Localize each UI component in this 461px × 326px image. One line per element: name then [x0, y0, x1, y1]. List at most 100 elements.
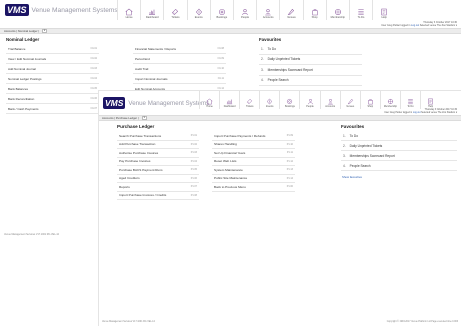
favourite-item[interactable]: 1. To Do — [341, 131, 457, 141]
toolbar-button-tickets[interactable]: Tickets — [239, 91, 259, 109]
menu-item[interactable]: Purchase BACS Payment Runs P1.05 — [117, 166, 199, 175]
favourite-item[interactable]: 3. Memberships Scorecard Report — [341, 151, 457, 161]
toolbar-button-people[interactable]: People — [232, 0, 256, 20]
menu-item[interactable]: Bank / Cash Payments N1.07 — [6, 104, 99, 114]
toolbar-label: Accounts — [325, 104, 336, 108]
favourite-number: 3. — [343, 153, 346, 158]
favourites-title: Favourites — [259, 37, 282, 42]
bookings-icon — [287, 98, 293, 104]
menu-item[interactable]: Import Nominal Journals N1.11 — [133, 74, 226, 84]
toolbar-button-shop[interactable]: Shop — [359, 91, 380, 109]
toolbar-label: Tickets — [245, 104, 254, 108]
menu-item[interactable]: Set Up Financial Years P1.11 — [212, 149, 295, 158]
toolbar-button-to-do[interactable]: To Do — [348, 0, 372, 20]
menu-item[interactable]: System Maintenance P1.13 — [212, 166, 295, 175]
menu-item[interactable]: Import Purchase Payments / Refunds P1.09 — [212, 132, 295, 141]
toolbar-button-home[interactable]: Home — [199, 91, 219, 109]
toolbar-button-shop[interactable]: Shop — [302, 0, 326, 20]
menu-item-label: Financial Statements / Reports — [135, 46, 177, 51]
toolbar-label: Venues — [287, 16, 296, 19]
menu-item[interactable]: Back to Previous Menu P1.00 — [212, 183, 295, 192]
toolbar-label: Dashboard — [223, 104, 236, 108]
favourite-label: To Do — [349, 133, 358, 138]
toolbar-label: Tickets — [171, 16, 180, 19]
menu-item[interactable]: Period End N1.09 — [133, 54, 226, 64]
toolbar-label: Accounts — [262, 16, 274, 19]
breadcrumb-dropdown-button[interactable]: ▾ — [141, 115, 147, 121]
menu-item[interactable]: Aged Creditors P1.06 — [117, 175, 199, 183]
favourite-item[interactable]: 2. Daily Unprinted Tickets — [341, 141, 457, 151]
favourite-number: 2. — [343, 143, 346, 148]
toolbar-button-venues[interactable]: Venues — [339, 91, 360, 109]
toolbar-button-help[interactable]: Help — [420, 91, 440, 109]
menu-item[interactable]: Add Purchase Transaction P1.02 — [117, 141, 199, 149]
toolbar-button-membership[interactable]: Membership — [379, 91, 400, 109]
main-toolbar: Home Dashboard Tickets Events Bookings People… — [199, 91, 440, 109]
favourite-item[interactable]: 4. People Search — [259, 76, 362, 86]
toolbar-button-accounts[interactable]: Accounts — [319, 91, 340, 109]
venues-icon — [347, 98, 353, 104]
toolbar-button-dashboard[interactable]: Dashboard — [219, 91, 239, 109]
toolbar-label: Dashboard — [145, 16, 159, 19]
breadcrumb-dropdown-button[interactable]: ▾ — [42, 28, 48, 34]
toolbar-button-events[interactable]: Events — [186, 0, 210, 20]
menu-item[interactable]: Add Nominal Journal N1.03 — [6, 64, 99, 74]
favourite-item[interactable]: 2. Daily Unprinted Tickets — [259, 55, 362, 65]
todo-icon — [408, 98, 413, 104]
toolbar-button-accounts[interactable]: Accounts — [256, 0, 279, 20]
status-area: Thursday 3 October 2017 10:30 User Greg … — [381, 21, 457, 27]
toolbar-button-tickets[interactable]: Tickets — [163, 0, 186, 20]
favourite-item[interactable]: 4. People Search — [341, 161, 457, 171]
favourite-number: 1. — [343, 133, 346, 138]
toolbar-label: Membership — [330, 16, 345, 19]
menu-item[interactable]: View / Edit Nominal Journals N1.02 — [6, 54, 99, 64]
toolbar-button-membership[interactable]: Membership — [325, 0, 349, 20]
menu-item[interactable]: Bank Reconciliation N1.06 — [6, 94, 99, 104]
favourites-title: Favourites — [341, 124, 365, 129]
toolbar-button-bookings[interactable]: Bookings — [209, 0, 233, 20]
toolbar-button-home[interactable]: Home — [117, 0, 140, 20]
menu-item[interactable]: Bank Balances N1.05 — [6, 84, 99, 94]
show-favourites-link[interactable]: Show favourites — [342, 175, 362, 179]
menu-item[interactable]: Shares Handling P1.10 — [212, 141, 295, 149]
logo-mark: VMS — [5, 4, 29, 16]
menu-item[interactable]: Trial Balance N1.01 — [6, 44, 99, 54]
menu-item[interactable]: Authorise Purchase Invoices P1.03 — [117, 149, 199, 158]
menu-item[interactable]: Reports P1.07 — [117, 183, 199, 192]
menu-item[interactable]: Financial Statements / Reports N1.08 — [133, 44, 226, 54]
membership-icon — [334, 9, 341, 15]
menu-item[interactable]: Reset Web Lists P1.12 — [212, 158, 295, 166]
favourite-item[interactable]: 1. To Do — [259, 44, 362, 55]
toolbar-button-people[interactable]: People — [299, 91, 319, 109]
vms-logo[interactable]: VMS Venue Management Systems — [5, 4, 118, 16]
toolbar-label: Home — [206, 104, 213, 108]
toolbar-label: To Do — [407, 104, 414, 108]
menu-item-code: N1.06 — [90, 97, 97, 100]
toolbar-button-venues[interactable]: Venues — [279, 0, 302, 20]
logout-link[interactable]: Log out — [411, 24, 419, 27]
home-icon — [125, 8, 133, 16]
logo-mark: VMS — [103, 97, 126, 109]
vms-logo[interactable]: VMS Venue Management Systems — [103, 97, 209, 109]
breadcrumb-text[interactable]: Accounts | Purchase Ledger | — [102, 116, 139, 120]
menu-item-label: Add Nominal Journal — [8, 66, 36, 71]
help-icon — [381, 8, 387, 16]
toolbar-button-dashboard[interactable]: Dashboard — [140, 0, 163, 20]
menu-item[interactable]: Public Site Maintenance P1.14 — [212, 175, 295, 183]
logout-link[interactable]: Log out — [413, 112, 421, 114]
breadcrumb-text[interactable]: Accounts | Nominal Ledger | — [4, 29, 39, 33]
menu-item[interactable]: Search Purchase Transactions P1.01 — [117, 132, 199, 141]
logo-text: Venue Management Systems — [128, 99, 210, 107]
menu-item-code: N1.07 — [90, 107, 97, 110]
toolbar-button-bookings[interactable]: Bookings — [279, 91, 299, 109]
menu-item[interactable]: Nominal Ledger Postings N1.04 — [6, 74, 99, 84]
menu-item[interactable]: Import Purchase Invoices / Credits P1.08 — [117, 192, 199, 200]
toolbar-button-help[interactable]: Help — [372, 0, 395, 20]
accounts-icon — [265, 9, 271, 16]
menu-item[interactable]: Audit Trail N1.10 — [133, 64, 226, 74]
toolbar-button-events[interactable]: Events — [259, 91, 279, 109]
menu-item[interactable]: Pay Purchase Invoices P1.04 — [117, 158, 199, 166]
favourite-item[interactable]: 3. Memberships Scorecard Report — [259, 65, 362, 76]
toolbar-button-to-do[interactable]: To Do — [399, 91, 420, 109]
menu-item-code: N1.10 — [217, 67, 224, 70]
